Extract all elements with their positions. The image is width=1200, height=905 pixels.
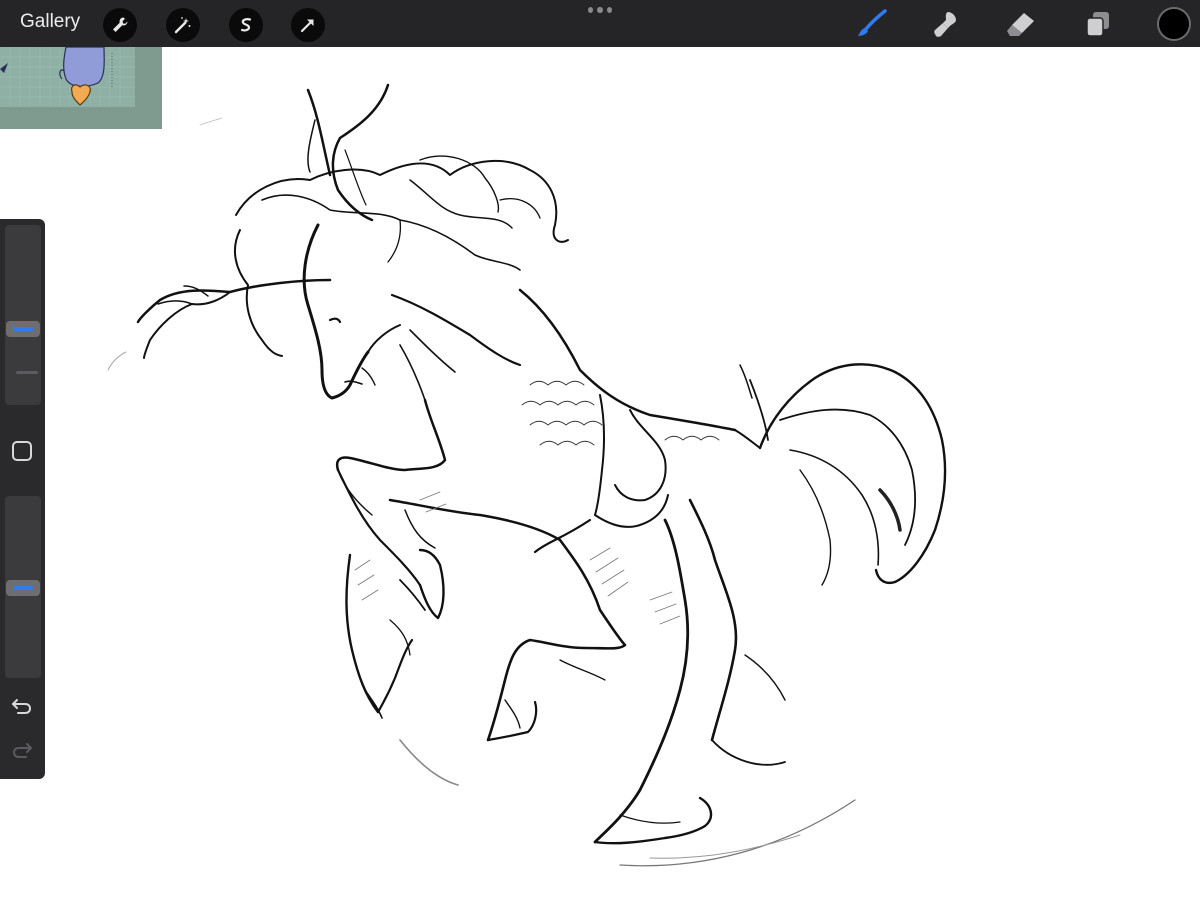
redo-button[interactable] (10, 739, 34, 761)
magic-wand-icon (174, 17, 191, 34)
layers-button[interactable] (1081, 8, 1115, 40)
adjustments-button[interactable] (166, 8, 200, 42)
layers-icon (1086, 12, 1109, 37)
reference-image (0, 47, 162, 129)
modify-button[interactable] (12, 441, 32, 461)
left-sidebar (0, 219, 45, 779)
handle-indicator (13, 327, 33, 331)
transform-icon (300, 19, 314, 33)
selection-button[interactable] (229, 8, 263, 42)
gallery-button[interactable]: Gallery (20, 11, 80, 33)
drawing-canvas[interactable] (0, 47, 1200, 900)
dot (606, 7, 612, 13)
dot (597, 7, 603, 13)
more-options-handle[interactable] (588, 7, 612, 15)
redo-icon (12, 743, 32, 758)
smudge-icon (934, 12, 956, 37)
wrench-icon (113, 17, 128, 32)
brush-tool-button[interactable] (855, 8, 889, 40)
selection-icon (240, 18, 252, 32)
dot (588, 7, 594, 13)
horse-sketch (107, 83, 947, 867)
undo-icon (12, 699, 32, 714)
brush-size-handle[interactable] (6, 321, 40, 337)
handle-indicator (13, 586, 33, 590)
opacity-slider[interactable] (5, 496, 41, 678)
brush-size-preview (16, 371, 38, 374)
brush-icon (858, 9, 887, 36)
eraser-icon (1007, 13, 1034, 36)
undo-button[interactable] (10, 695, 34, 717)
reference-thumbnail[interactable] (0, 47, 162, 129)
transform-button[interactable] (291, 8, 325, 42)
top-toolbar: Gallery (0, 0, 1200, 47)
brush-size-slider[interactable] (5, 225, 41, 405)
opacity-handle[interactable] (6, 580, 40, 596)
eraser-tool-button[interactable] (1004, 8, 1038, 40)
color-picker-button[interactable] (1157, 7, 1191, 41)
smudge-tool-button[interactable] (929, 8, 963, 40)
actions-button[interactable] (103, 8, 137, 42)
